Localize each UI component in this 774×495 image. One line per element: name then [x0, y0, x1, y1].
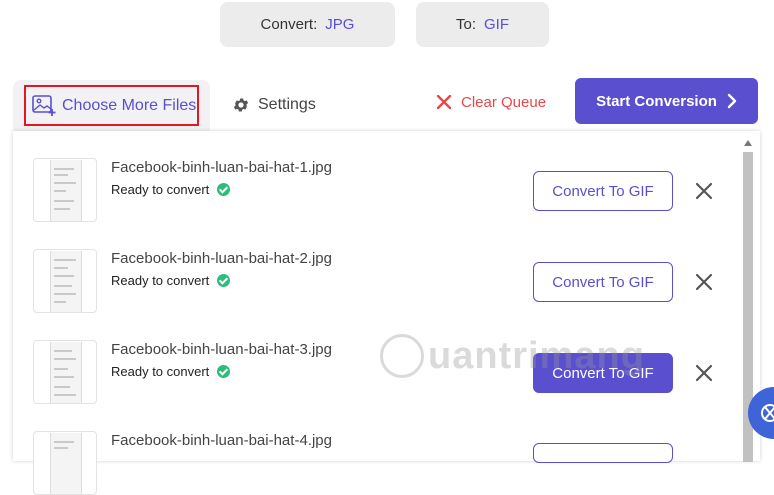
file-status-label: Ready to convert	[111, 273, 210, 288]
choose-more-files-label: Choose More Files	[62, 96, 197, 114]
check-circle-icon	[217, 365, 231, 378]
file-name: Facebook-binh-luan-bai-hat-3.jpg	[111, 341, 332, 358]
file-status: Ready to convert	[111, 182, 231, 197]
close-icon	[436, 94, 452, 110]
convert-file-button[interactable]	[533, 443, 673, 463]
file-status-label: Ready to convert	[111, 182, 210, 197]
file-name: Facebook-binh-luan-bai-hat-1.jpg	[111, 159, 332, 176]
gear-icon	[233, 98, 249, 112]
image-add-icon	[32, 94, 56, 116]
remove-file-icon[interactable]	[694, 181, 714, 201]
file-thumbnail	[33, 340, 97, 404]
convert-from-value: JPG	[325, 16, 355, 33]
globe-icon	[761, 404, 774, 422]
file-thumbnail	[33, 431, 97, 495]
convert-to-value: GIF	[484, 16, 509, 33]
convert-file-button[interactable]: Convert To GIF	[533, 171, 673, 211]
start-conversion-label: Start Conversion	[596, 92, 717, 110]
check-circle-icon	[217, 183, 231, 196]
remove-file-icon[interactable]	[694, 272, 714, 292]
file-thumbnail	[33, 249, 97, 313]
choose-more-files-button[interactable]: Choose More Files	[24, 85, 199, 126]
file-row: Facebook-binh-luan-bai-hat-3.jpg Ready t…	[13, 340, 740, 430]
settings-tab[interactable]: Settings	[232, 93, 316, 117]
file-status-label: Ready to convert	[111, 364, 210, 379]
file-row: Facebook-binh-luan-bai-hat-2.jpg Ready t…	[13, 249, 740, 339]
file-name: Facebook-binh-luan-bai-hat-2.jpg	[111, 250, 332, 267]
convert-file-button[interactable]: Convert To GIF	[533, 262, 673, 302]
scroll-up-icon[interactable]	[744, 140, 752, 146]
file-row: Facebook-binh-luan-bai-hat-4.jpg	[13, 431, 740, 495]
clear-queue-label: Clear Queue	[461, 93, 547, 111]
file-thumbnail	[33, 158, 97, 222]
check-circle-icon	[217, 274, 231, 287]
start-conversion-button[interactable]: Start Conversion	[575, 78, 758, 124]
convert-from-label: Convert:	[260, 16, 318, 33]
remove-file-icon[interactable]	[694, 363, 714, 383]
settings-label: Settings	[258, 96, 316, 113]
convert-to-selector[interactable]: To: GIF	[416, 2, 549, 47]
file-status: Ready to convert	[111, 273, 231, 288]
chevron-right-icon	[727, 93, 737, 109]
file-status: Ready to convert	[111, 364, 231, 379]
convert-from-selector[interactable]: Convert: JPG	[220, 2, 395, 47]
clear-queue-button[interactable]: Clear Queue	[436, 90, 546, 114]
convert-to-label: To:	[455, 16, 476, 33]
file-name: Facebook-binh-luan-bai-hat-4.jpg	[111, 432, 332, 449]
file-row: Facebook-binh-luan-bai-hat-1.jpg Ready t…	[13, 158, 740, 248]
convert-file-button[interactable]: Convert To GIF	[533, 353, 673, 393]
